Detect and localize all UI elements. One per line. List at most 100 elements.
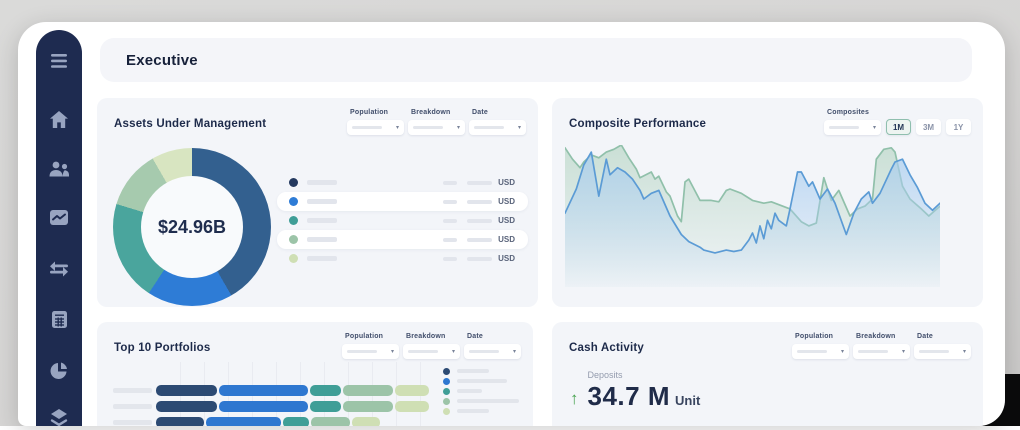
top10-filter-bar: Population ▾ Breakdown ▾ Date ▾ — [342, 333, 521, 359]
date-select[interactable]: ▾ — [914, 344, 971, 359]
select-placeholder — [829, 126, 859, 129]
breakdown-select[interactable]: ▾ — [403, 344, 460, 359]
select-placeholder — [408, 350, 438, 353]
legend-dot — [443, 388, 450, 395]
population-select[interactable]: ▾ — [342, 344, 399, 359]
aum-donut-chart[interactable]: $24.96B — [113, 148, 271, 306]
legend-value-placeholder — [443, 238, 457, 242]
portfolio-chart-icon[interactable] — [36, 204, 82, 230]
legend-name-placeholder — [457, 409, 489, 413]
sidebar — [36, 30, 82, 426]
legend-currency: USD — [498, 235, 515, 244]
deposits-value: 34.7 M — [588, 381, 671, 412]
bar-segment — [219, 385, 308, 396]
population-select[interactable]: ▾ — [347, 120, 404, 135]
card-top10-portfolios: Top 10 Portfolios Population▾Breakdown▾D… — [97, 322, 533, 426]
portfolio-name-placeholder — [113, 404, 152, 409]
legend-currency: USD — [498, 197, 515, 206]
deposits-metric-body: Deposits 34.7 M Unit — [588, 370, 701, 412]
legend-dot — [289, 254, 298, 263]
filter-label-date: Date — [467, 333, 521, 340]
deposits-label: Deposits — [588, 370, 701, 380]
filter-label-date: Date — [917, 333, 971, 340]
home-icon[interactable] — [36, 106, 82, 132]
breakdown-select[interactable]: ▾ — [408, 120, 465, 135]
deposits-unit: Unit — [675, 393, 700, 408]
filter-date: Date ▾ — [464, 333, 521, 359]
aum-legend-row: USD — [277, 249, 528, 268]
aum-legend-row: USD — [277, 173, 528, 192]
bar-segment — [156, 385, 217, 396]
aum-legend: USDUSDUSDUSDUSD — [277, 173, 528, 268]
deposits-metric: ↑ Deposits 34.7 M Unit — [570, 370, 700, 412]
legend-amount-placeholder — [467, 181, 492, 185]
select-placeholder — [919, 350, 949, 353]
top10-card-title: Top 10 Portfolios — [114, 342, 210, 354]
chevron-down-icon: ▾ — [963, 349, 966, 355]
breakdown-select[interactable]: ▾ — [853, 344, 910, 359]
chevron-down-icon: ▾ — [518, 125, 521, 131]
legend-dot — [443, 368, 450, 375]
filter-breakdown: Breakdown ▾ — [408, 109, 465, 135]
population-select[interactable]: ▾ — [792, 344, 849, 359]
composite-filter-bar: Composites▾ — [824, 109, 881, 135]
aum-card-title: Assets Under Management — [114, 118, 266, 130]
users-icon[interactable] — [36, 156, 82, 182]
filter-breakdown: Breakdown ▾ — [403, 333, 460, 359]
legend-name-placeholder — [307, 180, 337, 185]
filter-label-population: Population — [345, 333, 399, 340]
legend-value-placeholder — [443, 219, 457, 223]
select-placeholder — [347, 350, 377, 353]
legend-amount-placeholder — [467, 238, 492, 242]
menu-icon[interactable] — [36, 48, 82, 74]
filter-label-breakdown: Breakdown — [406, 333, 460, 340]
calculator-icon[interactable] — [36, 306, 82, 332]
filter-date: Date▾ — [469, 109, 526, 135]
time-range-switcher: 1M 3M 1Y — [886, 119, 971, 135]
legend-name-placeholder — [307, 237, 337, 242]
date-select[interactable]: ▾ — [469, 120, 526, 135]
date-select[interactable]: ▾ — [464, 344, 521, 359]
bar-segment — [206, 417, 281, 427]
legend-name-placeholder — [307, 256, 337, 261]
legend-amount-placeholder — [467, 257, 492, 261]
bar-segment — [310, 401, 341, 412]
bar-segment — [352, 417, 380, 427]
range-button-1m[interactable]: 1M — [886, 119, 911, 135]
select-placeholder — [474, 126, 504, 129]
portfolio-name-placeholder — [113, 388, 152, 393]
aum-legend-row: USD — [277, 230, 528, 249]
top10-legend — [443, 366, 519, 416]
top10-legend-row — [443, 406, 519, 416]
cash-card-title: Cash Activity — [569, 342, 644, 354]
filter-label-breakdown: Breakdown — [411, 109, 465, 116]
select-placeholder — [352, 126, 382, 129]
range-button-1y[interactable]: 1Y — [946, 119, 971, 135]
bar-segment — [156, 417, 204, 427]
pie-chart-icon[interactable] — [36, 358, 82, 384]
chevron-down-icon: ▾ — [457, 125, 460, 131]
legend-dot — [443, 398, 450, 405]
legend-name-placeholder — [457, 389, 482, 393]
composite-line-chart[interactable] — [565, 145, 940, 290]
transfers-icon[interactable] — [36, 256, 82, 282]
bar-segment — [310, 385, 341, 396]
layers-icon[interactable] — [36, 404, 82, 430]
bar-segment — [343, 385, 393, 396]
arrow-up-icon: ↑ — [570, 390, 579, 407]
select-placeholder — [797, 350, 827, 353]
range-button-3m[interactable]: 3M — [916, 119, 941, 135]
bar-segment — [156, 401, 217, 412]
aum-total-value: $24.96B — [158, 217, 226, 238]
composites-select[interactable]: ▾ — [824, 120, 881, 135]
legend-dot — [289, 216, 298, 225]
app-window: Executive Assets Under Management Popula… — [18, 22, 1005, 426]
legend-dot — [443, 378, 450, 385]
top10-legend-row — [443, 396, 519, 406]
select-placeholder — [469, 350, 499, 353]
aum-legend-row: USD — [277, 192, 528, 211]
legend-name-placeholder — [307, 218, 337, 223]
chevron-down-icon: ▾ — [902, 349, 905, 355]
composite-controls: Composites▾ 1M 3M 1Y — [824, 109, 971, 135]
select-placeholder — [858, 350, 888, 353]
